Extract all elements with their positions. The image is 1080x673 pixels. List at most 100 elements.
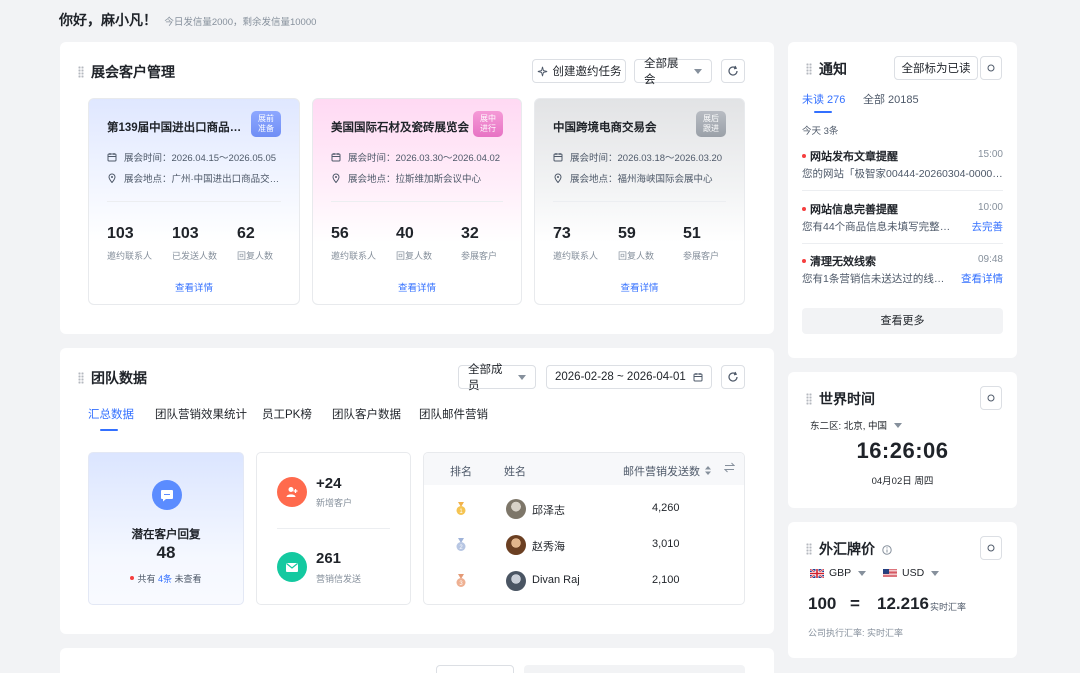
view-details-link[interactable]: 查看详情 <box>961 271 1003 286</box>
expo-place: 展会地点：拉斯维加斯会议中心 <box>331 171 481 185</box>
chevron-down-icon <box>858 570 867 576</box>
view-more-button[interactable]: 查看更多 <box>802 308 1003 334</box>
stat-label: 回复人数 <box>396 251 433 261</box>
calendar-icon <box>693 373 703 382</box>
view-details-link[interactable]: 查看详情 <box>313 280 521 294</box>
stat-label: 回复人数 <box>618 251 655 261</box>
expo-name: 美国国际石材及瓷砖展览会 <box>331 122 469 134</box>
avatar <box>506 535 526 555</box>
drag-handle-icon[interactable] <box>806 543 812 555</box>
stat-label: 回复人数 <box>237 251 274 261</box>
tab-indicator <box>814 111 832 113</box>
header-email-count[interactable]: 邮件营销发送数 <box>623 463 712 479</box>
view-details-link[interactable]: 查看详情 <box>535 280 744 294</box>
to-currency-select[interactable]: USD <box>883 567 940 579</box>
greeting: 你好，麻小凡！ 今日发信量2000，剩余发信量10000 <box>59 10 316 30</box>
mark-all-read-button[interactable]: 全部标为已读 <box>894 56 978 80</box>
table-row[interactable]: 3 Divan Raj 2,100 <box>424 563 744 599</box>
refresh-icon <box>728 371 738 382</box>
drag-handle-icon[interactable] <box>78 66 84 78</box>
member-filter-select[interactable]: 全部成员 <box>458 364 536 392</box>
refresh-button[interactable] <box>721 59 745 83</box>
silver-medal-icon: 2 <box>456 538 466 551</box>
complete-link[interactable]: 去完善 <box>972 219 1004 234</box>
table-row[interactable]: 1 邱泽志 4,260 <box>424 491 744 527</box>
expo-filter-select[interactable]: 全部展会 <box>634 58 712 86</box>
create-invite-task-button[interactable]: 创建邀约任务 <box>532 59 626 83</box>
stat-label: 邀约联系人 <box>553 251 599 261</box>
expo-time: 展会时间：2026.03.18～2026.03.20 <box>553 150 722 164</box>
reply-value: 48 <box>156 543 176 562</box>
tab-marketing-stats[interactable]: 团队营销效果统计 <box>155 406 247 422</box>
chevron-down-icon <box>894 423 903 428</box>
filter-select[interactable] <box>436 665 514 673</box>
table-row[interactable]: 2 赵秀海 3,010 <box>424 527 744 563</box>
tab-summary[interactable]: 汇总数据 <box>88 406 134 422</box>
potential-reply-card[interactable]: 潜在客户回复 48 共有 4条 未查看 <box>88 452 244 605</box>
panel-title: 外汇牌价 <box>806 539 892 559</box>
settings-button[interactable] <box>980 386 1002 410</box>
avatar <box>506 571 526 591</box>
expo-name: 中国跨境电商交易会 <box>553 122 657 134</box>
employee-name: 邱泽志 <box>532 505 565 517</box>
expo-card[interactable]: 中国跨境电商交易会 展后 跟进 展会时间：2026.03.18～2026.03.… <box>534 98 745 305</box>
tab-employee-pk[interactable]: 员工PK榜 <box>262 406 312 422</box>
swap-icon[interactable] <box>723 462 736 476</box>
calendar-icon <box>553 153 563 162</box>
refresh-button[interactable] <box>721 365 745 389</box>
forex-panel: 外汇牌价 GBP USD 100 = 12.216 实时汇率 公司执行汇率: 实… <box>788 522 1017 658</box>
stat-label: 邀约联系人 <box>331 251 377 261</box>
date-range-picker[interactable]: 2026-02-28 ~ 2026-04-01 <box>546 365 712 389</box>
from-currency-select[interactable]: GBP <box>810 567 867 579</box>
employee-name: Divan Raj <box>532 574 580 586</box>
status-badge: 展中 进行 <box>473 111 503 137</box>
stat-value: 56 <box>331 225 349 242</box>
stat-value: 51 <box>683 225 701 242</box>
kpi-label: 营销信发送 <box>316 574 362 584</box>
more-button[interactable] <box>980 56 1002 80</box>
add-user-icon <box>277 477 307 507</box>
timezone-select[interactable]: 东二区: 北京, 中国 <box>810 418 903 432</box>
amount-value: 100 <box>808 594 837 613</box>
view-details-link[interactable]: 查看详情 <box>89 280 299 294</box>
rate-label: 实时汇率 <box>930 602 967 612</box>
clock-time: 16:26:06 <box>856 438 949 463</box>
tab-team-email[interactable]: 团队邮件营销 <box>419 406 488 422</box>
mail-icon <box>277 552 307 582</box>
kpi-card: +24 新增客户 261 营销信发送 <box>256 452 411 605</box>
email-count: 2,100 <box>652 574 680 586</box>
settings-button[interactable] <box>980 536 1002 560</box>
stat-value: 103 <box>172 225 199 242</box>
chevron-down-icon <box>931 570 940 576</box>
us-flag-icon <box>883 568 897 578</box>
location-pin-icon <box>108 173 116 183</box>
expo-time: 展会时间：2026.04.15～2026.05.05 <box>107 150 276 164</box>
tab-indicator <box>100 429 118 431</box>
clock-date: 04月02日 周四 <box>871 476 934 487</box>
stat-value: 40 <box>396 225 414 242</box>
tab-all[interactable]: 全部 20185 <box>863 91 919 107</box>
uk-flag-icon <box>810 568 824 578</box>
drag-handle-icon[interactable] <box>78 372 84 384</box>
circle-icon <box>987 64 995 72</box>
drag-handle-icon[interactable] <box>806 393 812 405</box>
greeting-title: 你好，麻小凡！ <box>59 12 157 28</box>
circle-icon <box>987 394 995 402</box>
expo-card[interactable]: 第139届中国进出口商品交易会 展前 准备 展会时间：2026.04.15～20… <box>88 98 300 305</box>
header-rank: 排名 <box>450 466 472 478</box>
expo-management-panel: 展会客户管理 创建邀约任务 全部展会 第139届中国进出口商品交易会 展前 准备… <box>60 42 774 334</box>
segmented-control[interactable] <box>524 665 745 673</box>
notification-panel: 通知 全部标为已读 未读 276 全部 20185 今天 3条 网站发布文章提醒… <box>788 42 1017 358</box>
table-header: 排名 姓名 邮件营销发送数 <box>424 453 744 485</box>
expo-card[interactable]: 美国国际石材及瓷砖展览会 展中 进行 展会时间：2026.03.30～2026.… <box>312 98 522 305</box>
panel-title: 世界时间 <box>806 389 875 409</box>
expo-name: 第139届中国进出口商品交易会 <box>107 122 247 134</box>
expo-place: 展会地点：广州·中国进出口商品交易会展馆 <box>107 171 283 185</box>
panel-title: 通知 <box>806 59 847 79</box>
expo-time: 展会时间：2026.03.30～2026.04.02 <box>331 150 500 164</box>
info-icon <box>882 545 892 555</box>
tab-unread[interactable]: 未读 276 <box>802 91 845 107</box>
tab-team-customers[interactable]: 团队客户数据 <box>332 406 401 422</box>
chevron-down-icon <box>518 374 526 380</box>
drag-handle-icon[interactable] <box>806 63 812 75</box>
